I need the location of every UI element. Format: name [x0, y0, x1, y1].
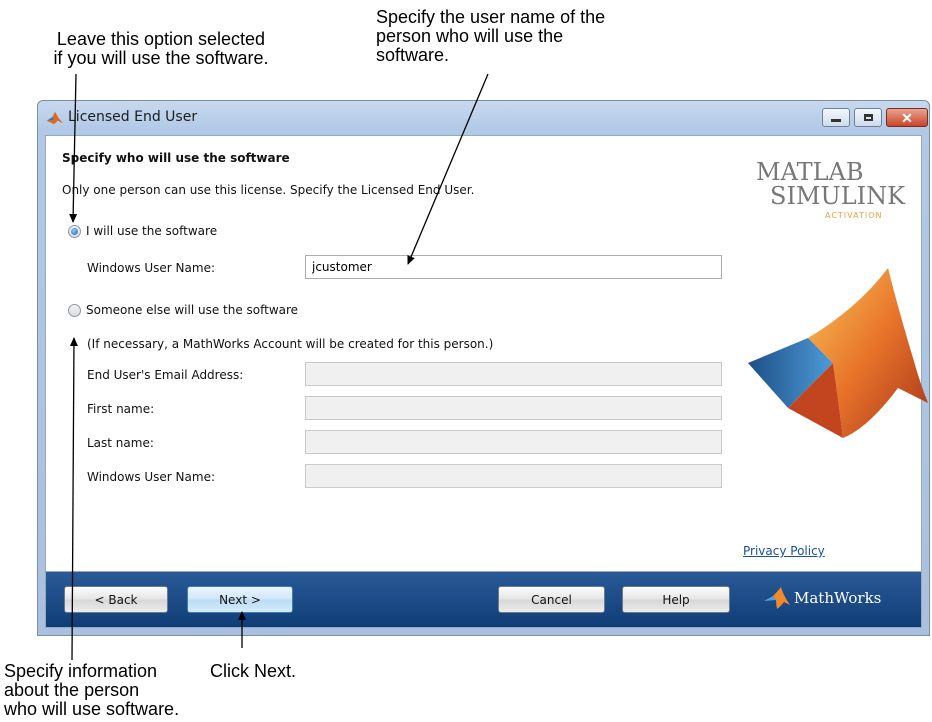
licensed-end-user-window: Licensed End User ✕ Specify who will use…	[37, 100, 930, 636]
radio-someone-else[interactable]	[68, 304, 81, 317]
email-address-input	[305, 362, 722, 386]
email-address-label: End User's Email Address:	[87, 368, 244, 382]
callout-click-next: Click Next.	[210, 661, 297, 681]
radio-i-will-use[interactable]	[68, 225, 81, 238]
matlab-simulink-logo: MATLAB SIMULINK ACTIVATION	[746, 158, 926, 238]
callout-specify-user: Specify the user name of the person who …	[376, 7, 606, 65]
last-name-label: Last name:	[87, 436, 154, 450]
title-bar[interactable]: Licensed End User ✕	[38, 101, 929, 135]
account-note: (If necessary, a MathWorks Account will …	[87, 337, 494, 351]
maximize-icon	[863, 114, 873, 121]
dialog-footer: < Back Next > Cancel Help MathWorks	[45, 572, 922, 628]
cancel-button[interactable]: Cancel	[498, 586, 605, 613]
back-button[interactable]: < Back	[64, 586, 168, 613]
callout-specify-info: Specify information about the person who…	[4, 661, 180, 719]
mathworks-logo: MathWorks	[764, 587, 881, 609]
windows-user-name-label: Windows User Name:	[87, 261, 215, 275]
minimize-icon	[831, 119, 841, 122]
dialog-content: Specify who will use the software Only o…	[45, 135, 928, 572]
help-button[interactable]: Help	[622, 586, 730, 613]
window-title: Licensed End User	[68, 109, 198, 125]
logo-activation-text: ACTIVATION	[825, 211, 883, 220]
last-name-input	[305, 430, 722, 454]
mathworks-logo-text: MathWorks	[794, 589, 882, 607]
maximize-button[interactable]	[854, 108, 882, 127]
other-windows-user-name-input	[305, 464, 722, 488]
close-icon: ✕	[901, 109, 913, 126]
next-button[interactable]: Next >	[187, 586, 293, 613]
matlab-membrane-icon	[748, 268, 928, 438]
radio-i-will-use-label[interactable]: I will use the software	[86, 224, 217, 238]
privacy-policy-link[interactable]: Privacy Policy	[743, 544, 825, 558]
callout-leave-selected: Leave this option selected if you will u…	[53, 29, 269, 68]
other-windows-user-name-label: Windows User Name:	[87, 470, 215, 484]
intro-text: Only one person can use this license. Sp…	[62, 183, 475, 197]
minimize-button[interactable]	[822, 108, 850, 127]
logo-simulink-text: SIMULINK	[770, 182, 906, 210]
page-heading: Specify who will use the software	[62, 151, 290, 165]
first-name-label: First name:	[87, 402, 155, 416]
radio-someone-else-label[interactable]: Someone else will use the software	[86, 303, 298, 317]
matlab-logo-icon	[46, 111, 64, 125]
mathworks-membrane-icon	[764, 587, 790, 609]
first-name-input	[305, 396, 722, 420]
windows-user-name-input[interactable]	[305, 255, 722, 279]
close-button[interactable]: ✕	[886, 108, 928, 127]
